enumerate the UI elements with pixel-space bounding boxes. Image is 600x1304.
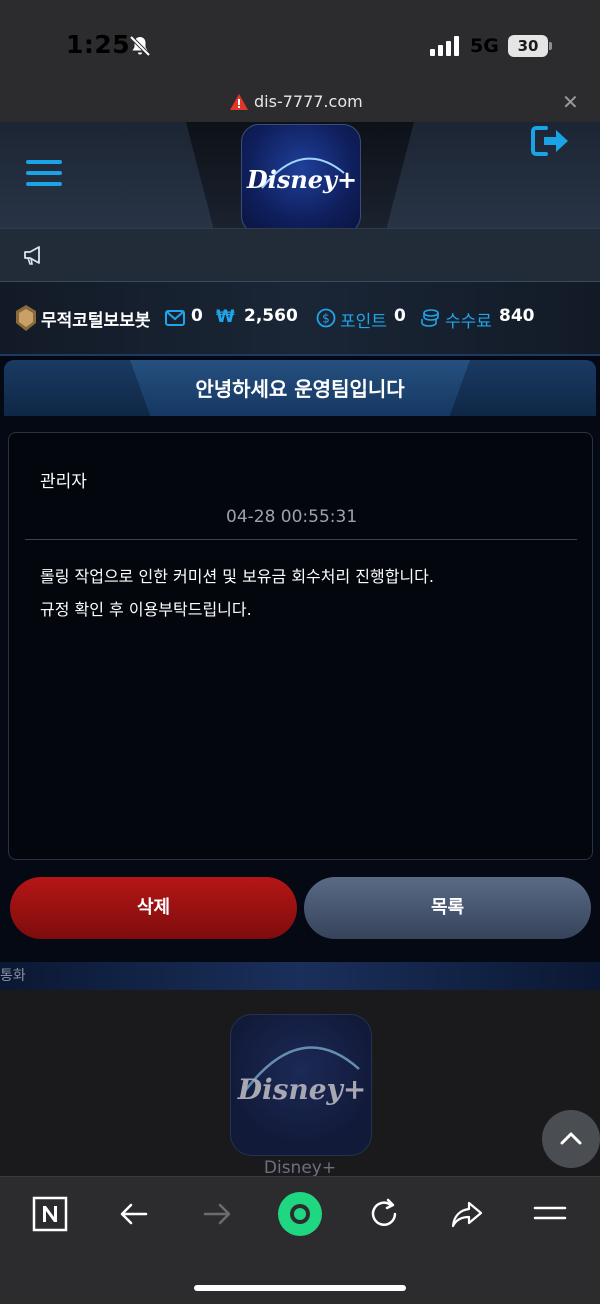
- megaphone-icon: [24, 246, 40, 265]
- coins-icon: [421, 309, 439, 327]
- back-arrow-icon[interactable]: [116, 1196, 152, 1232]
- refresh-icon[interactable]: [366, 1196, 402, 1232]
- chevron-up-icon: [560, 1132, 582, 1145]
- brand-logo[interactable]: Disney+: [241, 124, 361, 234]
- dollar-coin-icon: $: [316, 308, 336, 328]
- scroll-top-button[interactable]: [542, 1110, 600, 1168]
- won-icon: ₩: [216, 307, 235, 327]
- mail-icon[interactable]: [165, 308, 185, 328]
- home-green-icon[interactable]: [276, 1190, 324, 1238]
- signal-icon: [430, 36, 459, 56]
- svg-text:$: $: [322, 312, 330, 326]
- points-value: 0: [394, 306, 406, 326]
- brand-logo-text: Disney+: [246, 165, 358, 194]
- close-icon[interactable]: ✕: [562, 90, 579, 114]
- footer-logo: Disney+: [230, 1014, 372, 1156]
- logout-icon[interactable]: [530, 124, 572, 158]
- post-card: [8, 432, 593, 860]
- warning-icon: [230, 94, 248, 110]
- fee-label: 수수료: [445, 312, 492, 332]
- url-text[interactable]: dis-7777.com: [254, 92, 363, 111]
- list-button[interactable]: 목록: [304, 877, 591, 939]
- footer-logo-text: Disney+: [237, 1073, 367, 1106]
- footer-banner: [0, 962, 600, 990]
- notice-bar[interactable]: [0, 228, 600, 282]
- post-body-line-1: 롤링 작업으로 인한 커미션 및 보유금 회수처리 진행합니다.: [40, 567, 434, 586]
- menu-icon[interactable]: [532, 1196, 568, 1232]
- post-title: 안녕하세요 운영팀입니다: [195, 377, 405, 401]
- message-count: 0: [191, 306, 203, 326]
- screen: 1:25 5G 30 dis-7777.com ✕ Disney+ 무적코털보보…: [0, 0, 600, 1304]
- footer-caption: Disney+: [263, 1158, 337, 1178]
- battery-icon: 30: [508, 35, 548, 57]
- footer-small-text: 통화: [0, 968, 26, 984]
- network-type: 5G: [470, 35, 499, 57]
- share-icon[interactable]: [449, 1196, 485, 1232]
- points-label: 포인트: [340, 312, 387, 332]
- fee-value: 840: [499, 306, 535, 326]
- forward-arrow-icon[interactable]: [199, 1196, 235, 1232]
- delete-button[interactable]: 삭제: [10, 877, 297, 939]
- naver-n-icon[interactable]: [32, 1196, 68, 1232]
- post-date: 04-28 00:55:31: [226, 507, 358, 527]
- post-body-line-2: 규정 확인 후 이용부탁드립니다.: [40, 600, 252, 619]
- bell-muted-icon: [129, 35, 151, 57]
- balance-value: 2,560: [244, 306, 298, 326]
- status-time: 1:25: [66, 30, 131, 59]
- username: 무적코털보보봇: [41, 311, 151, 331]
- post-author: 관리자: [40, 472, 87, 492]
- home-indicator[interactable]: [194, 1285, 406, 1291]
- divider: [25, 539, 577, 540]
- hamburger-menu-icon[interactable]: [26, 160, 62, 190]
- rank-medal-icon: [16, 305, 36, 331]
- battery-tip: [549, 42, 552, 50]
